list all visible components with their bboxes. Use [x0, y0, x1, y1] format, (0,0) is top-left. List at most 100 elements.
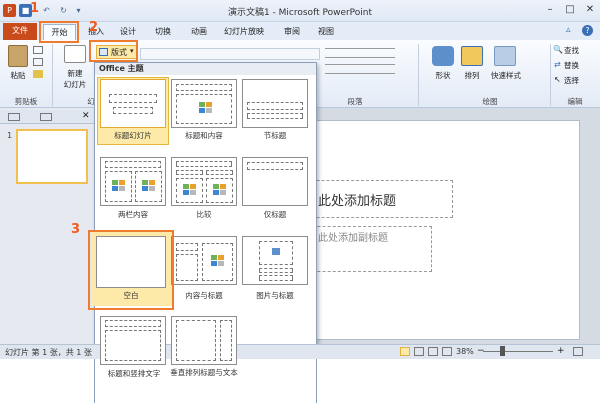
- tab-transitions[interactable]: 切换: [148, 24, 178, 40]
- title-bar: 演示文稿1 - Microsoft PowerPoint: [0, 0, 600, 22]
- layout-two-content[interactable]: [100, 157, 166, 206]
- slideshow-icon[interactable]: [442, 347, 452, 356]
- layout-section-header[interactable]: [242, 79, 308, 128]
- content-icon: [142, 180, 155, 191]
- replace-icon[interactable]: ⇄: [554, 60, 561, 69]
- gallery-header: Office 主题: [95, 63, 316, 75]
- layout-content-with-caption[interactable]: [171, 236, 237, 285]
- content-icon: [183, 184, 196, 195]
- status-slide-count: 幻灯片 第 1 张，共 1 张: [5, 348, 92, 357]
- tab-view[interactable]: 视图: [311, 24, 341, 40]
- tab-file[interactable]: 文件: [3, 23, 37, 40]
- quick-style-button[interactable]: 快速样式: [486, 70, 526, 81]
- zoom-slider-track[interactable]: [483, 351, 553, 352]
- layout-title-slide[interactable]: [100, 79, 166, 128]
- tab-design[interactable]: 设计: [113, 24, 143, 40]
- subtitle-placeholder-text: 此处添加副标题: [318, 233, 388, 244]
- tab-review[interactable]: 审阅: [277, 24, 307, 40]
- layout-caption: 标题幻灯片: [114, 131, 152, 140]
- layout-caption: 内容与标题: [185, 291, 223, 300]
- ribbon-separator: [550, 44, 551, 106]
- zoom-in-icon[interactable]: +: [557, 346, 565, 356]
- normal-view-icon[interactable]: [400, 347, 410, 356]
- layout-title-only[interactable]: [242, 157, 308, 206]
- annotation-box-blank-layout: [88, 230, 174, 310]
- layout-caption-vertical-title: 垂直排列标题与文本: [170, 368, 238, 377]
- layout-caption: 两栏内容: [118, 210, 148, 219]
- format-painter-icon[interactable]: [33, 70, 43, 78]
- slides-tab-icon[interactable]: [8, 113, 20, 121]
- shape-button[interactable]: 形状: [428, 70, 458, 81]
- layout-comparison[interactable]: [171, 157, 237, 206]
- title-placeholder-text: 此处添加标题: [318, 194, 397, 209]
- content-icon: [112, 180, 125, 191]
- copy-icon[interactable]: [33, 58, 43, 66]
- help-icon[interactable]: ?: [582, 25, 593, 36]
- layout-caption: 比较: [196, 210, 212, 219]
- picture-icon: [272, 248, 280, 255]
- layout-title-vertical-text-top[interactable]: [100, 316, 166, 365]
- paste-button[interactable]: 粘贴: [3, 70, 33, 81]
- select-icon[interactable]: ↖: [554, 75, 561, 84]
- maximize-icon[interactable]: □: [560, 2, 580, 18]
- find-button[interactable]: 查找: [564, 45, 594, 56]
- quick-style-icon[interactable]: [494, 46, 516, 66]
- annotation-number-2: 2: [89, 20, 99, 35]
- layout-caption: 节标题: [263, 131, 287, 140]
- close-icon[interactable]: ✕: [580, 2, 600, 18]
- layout-title-content[interactable]: [171, 79, 237, 128]
- select-button[interactable]: 选择: [564, 75, 594, 86]
- content-icon: [211, 255, 224, 266]
- paste-icon[interactable]: [8, 45, 28, 67]
- shape-icon[interactable]: [432, 46, 454, 66]
- ribbon-separator: [418, 44, 419, 106]
- new-slide-label[interactable]: 新建: [58, 68, 92, 79]
- content-icon: [213, 184, 226, 195]
- layout-caption: 仅标题: [263, 210, 287, 219]
- arrange-icon[interactable]: [461, 46, 483, 66]
- tab-slideshow[interactable]: 幻灯片放映: [219, 24, 269, 40]
- layout-vertical-title-text-top[interactable]: [171, 316, 237, 365]
- arrange-button[interactable]: 排列: [457, 70, 487, 81]
- undo-icon[interactable]: ↶: [40, 4, 53, 17]
- replace-button[interactable]: 替换: [564, 60, 594, 71]
- tab-animations[interactable]: 动画: [184, 24, 214, 40]
- minimize-icon[interactable]: –: [540, 2, 560, 18]
- font-row[interactable]: [140, 48, 320, 60]
- outline-tab-icon[interactable]: [40, 113, 52, 121]
- annotation-number-3: 3: [71, 222, 81, 237]
- cut-icon[interactable]: [33, 46, 43, 54]
- annotation-number-1: 1: [30, 1, 40, 16]
- zoom-level: 38%: [456, 347, 474, 356]
- group-clipboard-label: 剪贴板: [14, 97, 38, 106]
- content-icon: [199, 102, 212, 113]
- find-icon[interactable]: 🔍: [553, 45, 563, 54]
- layout-caption: 图片与标题: [256, 291, 294, 300]
- redo-icon[interactable]: ↻: [57, 4, 70, 17]
- window-title: 演示文稿1 - Microsoft PowerPoint: [227, 8, 373, 18]
- close-panel-icon[interactable]: ✕: [82, 111, 90, 121]
- group-paragraph-label: 段落: [347, 97, 363, 106]
- fit-to-window-icon[interactable]: [573, 347, 583, 356]
- layout-caption-vertical-text: 标题和竖排文字: [107, 369, 161, 378]
- slide-number: 1: [7, 131, 13, 140]
- layout-picture-with-caption[interactable]: [242, 236, 308, 285]
- powerpoint-logo-icon[interactable]: P: [3, 4, 16, 17]
- layout-caption: 标题和内容: [185, 131, 223, 140]
- group-editing-label: 编辑: [567, 97, 583, 106]
- annotation-box-home-tab: [39, 21, 79, 43]
- slide-thumbnail[interactable]: [16, 129, 88, 184]
- zoom-slider-thumb[interactable]: [500, 346, 505, 356]
- reading-view-icon[interactable]: [428, 347, 438, 356]
- paragraph-tools[interactable]: [325, 46, 405, 92]
- customize-qat-icon[interactable]: ▾: [72, 4, 85, 17]
- ribbon-separator: [52, 44, 53, 106]
- annotation-box-layout-button: [89, 40, 138, 62]
- slide-sorter-icon[interactable]: [414, 347, 424, 356]
- new-slide-label-2[interactable]: 幻灯片: [58, 79, 92, 90]
- dropdown-lower-extension: [94, 359, 317, 403]
- group-drawing-label: 绘图: [482, 97, 498, 106]
- new-slide-icon[interactable]: [64, 45, 86, 63]
- slides-panel-tabs[interactable]: ✕: [0, 110, 95, 124]
- collapse-ribbon-icon[interactable]: ▵: [566, 25, 571, 35]
